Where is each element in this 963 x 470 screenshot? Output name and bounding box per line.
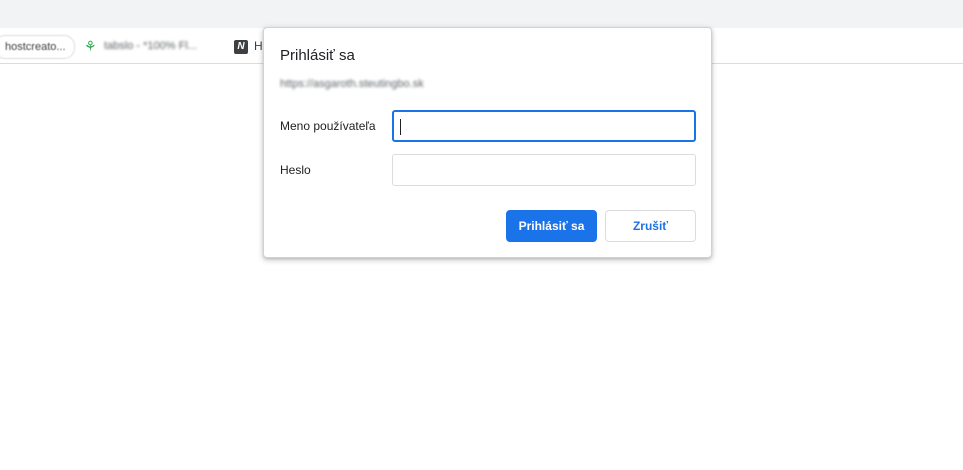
username-label: Meno používateľa (280, 119, 376, 133)
password-field[interactable] (392, 154, 696, 186)
dialog-title: Prihlásiť sa (280, 47, 355, 64)
bookmark-label: H (254, 39, 263, 53)
cancel-button[interactable]: Zrušiť (605, 210, 696, 242)
bookmark-hostcreator[interactable]: hostcreato... (0, 35, 75, 59)
dialog-origin-url: https://asgaroth.steutingbo.sk (280, 78, 424, 90)
browser-tab-strip (0, 0, 963, 28)
h-logo-icon: N (234, 40, 248, 55)
bookmark-h[interactable]: NH (234, 38, 263, 55)
username-field[interactable] (392, 110, 696, 142)
leaf-icon: ⚘ (84, 38, 97, 55)
password-label: Heslo (280, 163, 311, 177)
sign-in-button[interactable]: Prihlásiť sa (506, 210, 597, 242)
text-caret (400, 119, 401, 135)
bookmark-label: hostcreato... (5, 41, 66, 53)
bookmark-label: tabslo - *100% Fl... (104, 40, 197, 53)
bookmark-tabslo[interactable]: ⚘ tabslo - *100% Fl... (84, 38, 197, 54)
sign-in-dialog: Prihlásiť sa https://asgaroth.steutingbo… (263, 27, 712, 258)
